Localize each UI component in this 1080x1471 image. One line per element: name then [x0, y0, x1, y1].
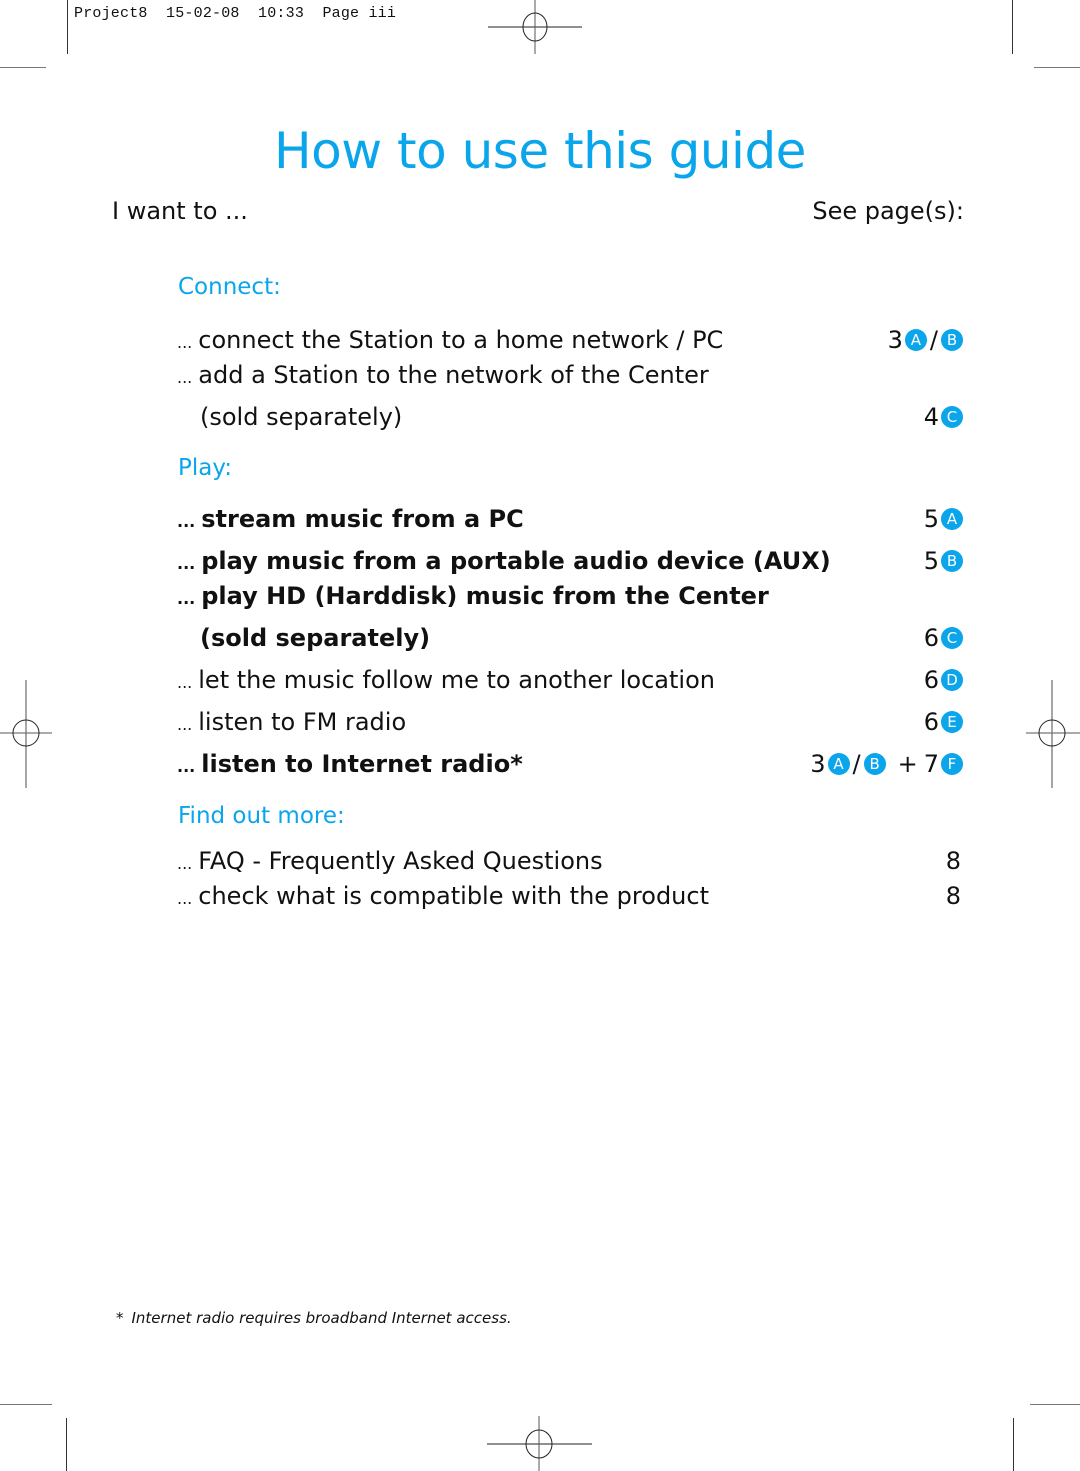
guide-item-add-station: ... add a Station to the network of the C…: [177, 361, 709, 389]
page-number: 6: [923, 708, 939, 736]
page-ref-add-station[interactable]: 4 C: [924, 403, 963, 431]
item-text: FAQ - Frequently Asked Questions: [198, 847, 603, 875]
section-badge-a-icon: A: [941, 508, 963, 530]
column-header-i-want-to: I want to ...: [112, 197, 248, 225]
page-number: 6: [923, 624, 939, 652]
footnote-marker: *: [116, 1309, 124, 1327]
section-badge-b-icon: B: [941, 550, 963, 572]
registration-mark-top: [488, 0, 582, 54]
guide-item-music-follow: ... let the music follow me to another lo…: [177, 666, 715, 694]
page-ref-music-follow[interactable]: 6 D: [924, 666, 963, 694]
crop-mark-bottom-left-horizontal: [0, 1404, 52, 1405]
section-badge-f-icon: F: [941, 753, 963, 775]
ellipsis: ...: [177, 589, 196, 608]
ellipsis: ...: [177, 715, 193, 734]
guide-item-connect-station: ... connect the Station to a home network…: [177, 326, 723, 354]
item-text: listen to FM radio: [198, 708, 407, 736]
separator-slash: /: [852, 750, 861, 778]
guide-item-play-aux: ... play music from a portable audio devi…: [177, 547, 831, 575]
section-badge-c-icon: C: [941, 627, 963, 649]
section-badge-a-icon: A: [827, 753, 850, 775]
section-badge-b-icon: B: [863, 753, 886, 775]
section-badge-e-icon: E: [941, 711, 963, 733]
section-badge-a-icon: A: [904, 329, 927, 351]
guide-item-add-station-continued: (sold separately): [200, 403, 403, 431]
section-badge-d-icon: D: [941, 669, 963, 691]
item-text: add a Station to the network of the Cent…: [198, 361, 709, 389]
ellipsis: ...: [177, 854, 193, 873]
page-number: 3: [887, 326, 903, 354]
page-ref-stream-pc[interactable]: 5 A: [924, 505, 963, 533]
crop-mark-bottom-right-vertical: [1013, 1418, 1014, 1471]
print-slug: Project8 15-02-08 10:33 Page iii: [74, 5, 397, 22]
page-number: 4: [923, 403, 939, 431]
page-number: 6: [923, 666, 939, 694]
ellipsis: ...: [177, 512, 196, 531]
ellipsis: ...: [177, 368, 193, 387]
registration-mark-left: [0, 680, 52, 788]
page-number: 3: [810, 750, 826, 778]
column-header-see-pages: See page(s):: [812, 197, 964, 225]
guide-item-fm-radio: ... listen to FM radio: [177, 708, 406, 736]
plus-sign: +: [897, 750, 918, 778]
page-number: 5: [923, 547, 939, 575]
page-title: How to use this guide: [274, 122, 806, 180]
section-heading-connect: Connect:: [178, 274, 281, 300]
ellipsis: ...: [177, 889, 193, 908]
footnote: * Internet radio requires broadband Inter…: [116, 1309, 512, 1327]
page-ref-internet-radio[interactable]: 3 A / B + 7 F: [810, 750, 963, 778]
item-text: play music from a portable audio device …: [201, 547, 831, 575]
item-text: listen to Internet radio*: [201, 750, 523, 778]
guide-item-play-hd: ... play HD (Harddisk) music from the Cen…: [177, 582, 769, 610]
crop-mark-bottom-left-vertical: [66, 1418, 67, 1471]
separator-slash: /: [929, 326, 938, 354]
ellipsis: ...: [177, 554, 196, 573]
section-badge-b-icon: B: [941, 329, 963, 351]
page-number: 8: [945, 847, 961, 875]
page-number: 5: [923, 505, 939, 533]
registration-mark-right: [1026, 680, 1080, 788]
guide-item-internet-radio: ... listen to Internet radio*: [177, 750, 523, 778]
item-text: let the music follow me to another locat…: [198, 666, 715, 694]
guide-item-faq: ... FAQ - Frequently Asked Questions: [177, 847, 603, 875]
page-ref-play-aux[interactable]: 5 B: [924, 547, 963, 575]
footnote-text: Internet radio requires broadband Intern…: [131, 1309, 512, 1327]
guide-item-compatibility: ... check what is compatible with the pro…: [177, 882, 709, 910]
crop-mark-top-right-horizontal: [1034, 67, 1080, 68]
section-heading-play: Play:: [178, 455, 233, 481]
ellipsis: ...: [177, 673, 193, 692]
guide-item-play-hd-continued: (sold separately): [200, 624, 431, 652]
crop-mark-bottom-right-horizontal: [1030, 1404, 1080, 1405]
item-text: play HD (Harddisk) music from the Center: [201, 582, 769, 610]
page-number-2: 7: [923, 750, 939, 778]
crop-mark-top-right-vertical: [1012, 0, 1013, 54]
page-ref-compatibility[interactable]: 8: [946, 882, 963, 910]
page-ref-faq[interactable]: 8: [946, 847, 963, 875]
crop-mark-top-left-horizontal: [0, 67, 46, 68]
ellipsis: ...: [177, 757, 196, 776]
ellipsis: ...: [177, 333, 193, 352]
registration-mark-bottom: [487, 1416, 592, 1471]
section-heading-find-out-more: Find out more:: [178, 803, 345, 829]
page-ref-connect-station[interactable]: 3 A / B: [888, 326, 963, 354]
guide-item-stream-pc: ... stream music from a PC: [177, 505, 524, 533]
item-text: check what is compatible with the produc…: [198, 882, 709, 910]
item-text: connect the Station to a home network / …: [198, 326, 724, 354]
page-ref-play-hd[interactable]: 6 C: [924, 624, 963, 652]
crop-mark-top-left-vertical: [67, 0, 68, 54]
item-text: stream music from a PC: [201, 505, 524, 533]
page-ref-fm-radio[interactable]: 6 E: [924, 708, 963, 736]
section-badge-c-icon: C: [941, 406, 963, 428]
page-number: 8: [945, 882, 961, 910]
